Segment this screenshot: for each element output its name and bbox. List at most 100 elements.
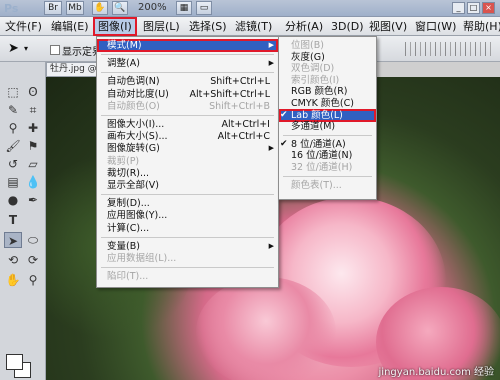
menu-separator: [101, 194, 274, 196]
maximize-button[interactable]: □: [467, 2, 480, 14]
mode-menu-item-13: 颜色表(T)...: [279, 179, 376, 192]
gradient-tool-icon[interactable]: ▤: [4, 174, 22, 190]
type-tool-icon[interactable]: T: [4, 212, 22, 228]
mode-submenu: 位图(B) 灰度(G) 双色调(D) 索引颜色(I) RGB 颜色(R) CMYK 颜色(…: [278, 36, 377, 200]
image-menu-item-17[interactable]: 计算(C)...: [97, 222, 278, 235]
dodge-tool-icon[interactable]: ●: [4, 192, 22, 208]
crop-tool-icon[interactable]: ⌗: [24, 102, 42, 118]
menu-item-label: 颜色表(T)...: [291, 179, 342, 191]
clone-stamp-icon[interactable]: ⚑: [24, 138, 42, 154]
zoom-tool-icon[interactable]: 🔍: [112, 1, 128, 15]
menu-item-label: 调整(A): [107, 58, 140, 70]
path-select-tool-icon[interactable]: ➤: [4, 232, 22, 248]
menu-item-label: 自动色调(N): [107, 76, 160, 88]
mode-menu-item-7[interactable]: 多通道(M): [279, 120, 376, 133]
image-menu-item-0[interactable]: 模式(M) ▶: [97, 39, 278, 52]
image-menu-item-11: 裁剪(P): [97, 155, 278, 168]
image-menu-item-13[interactable]: 显示全部(V): [97, 179, 278, 192]
mode-menu-item-11: 32 位/通道(H): [279, 161, 376, 174]
image-menu-item-8[interactable]: 图像大小(I)... Alt+Ctrl+I: [97, 118, 278, 131]
menu-item-label: 模式(M): [107, 40, 142, 51]
marquee-tool-icon[interactable]: ⬚: [4, 84, 22, 100]
menu-analysis[interactable]: 分析(A): [282, 19, 326, 34]
menu-filter[interactable]: 滤镜(T): [232, 19, 275, 34]
mini-bridge-button[interactable]: Mb: [66, 1, 84, 15]
menu-separator: [101, 236, 274, 238]
menu-window[interactable]: 窗口(W): [412, 19, 459, 34]
menu-separator: [283, 134, 372, 136]
history-brush-icon[interactable]: ↺: [4, 156, 22, 172]
menu-item-label: 裁剪(P): [107, 155, 140, 167]
image-menu-item-12[interactable]: 裁切(R)...: [97, 167, 278, 180]
submenu-arrow-icon: ▶: [268, 241, 274, 250]
menu-item-label: 复制(D)...: [107, 198, 150, 210]
menu-item-label: 应用数据组(L)...: [107, 253, 177, 264]
menu-3d[interactable]: 3D(D): [328, 19, 367, 34]
title-bar: Ps Br Mb ✋ 🔍 200% ▦ ▭ _ □ ×: [0, 0, 500, 17]
image-menu-item-15[interactable]: 复制(D)...: [97, 197, 278, 210]
lasso-tool-icon[interactable]: ʘ: [24, 84, 42, 100]
menu-item-label: 多通道(M): [291, 121, 336, 133]
menu-layer[interactable]: 图层(L): [140, 19, 183, 34]
image-menu-item-4[interactable]: 自动色调(N) Shift+Ctrl+L: [97, 75, 278, 88]
submenu-arrow-icon: ▶: [268, 59, 274, 68]
menu-bar: 文件(F) 编辑(E) 图像(I) 图层(L) 选择(S) 滤镜(T) 分析(A…: [0, 17, 500, 36]
menu-separator: [283, 175, 372, 177]
image-menu-item-16[interactable]: 应用图像(Y)...: [97, 209, 278, 222]
quick-select-tool-icon[interactable]: ✎: [4, 102, 22, 118]
menu-item-shortcut: Alt+Shift+Ctrl+L: [189, 88, 270, 100]
menu-separator: [101, 267, 274, 269]
screen-mode-icon[interactable]: ▭: [196, 1, 212, 15]
zoom-level[interactable]: 200%: [138, 2, 167, 13]
menu-item-label: 显示全部(V): [107, 180, 159, 191]
menu-item-label: 图像旋转(G): [107, 143, 160, 155]
image-menu-dropdown: 模式(M) ▶ 调整(A) ▶ 自动色调(N) Shift+Ctrl+L 自动对比度(U) A…: [96, 36, 279, 288]
image-menu-item-19[interactable]: 变量(B) ▶: [97, 240, 278, 253]
peony-petals-left: [196, 277, 336, 380]
move-tool-icon[interactable]: ➤: [8, 41, 19, 56]
hand-tool-panel-icon[interactable]: ✋: [4, 272, 22, 288]
healing-brush-icon[interactable]: ✚: [24, 120, 42, 136]
pen-tool-icon[interactable]: ✒: [24, 192, 42, 208]
3d-rotate-tool-icon[interactable]: ⟲: [4, 252, 22, 268]
align-distribute-icons[interactable]: [405, 42, 495, 56]
tool-preset-chevron-icon[interactable]: ▾: [24, 44, 28, 53]
menu-item-shortcut: Shift+Ctrl+L: [210, 76, 270, 88]
image-menu-item-2[interactable]: 调整(A) ▶: [97, 57, 278, 70]
menu-item-label: 变量(B): [107, 240, 140, 252]
image-menu-item-20: 应用数据组(L)...: [97, 252, 278, 265]
menu-select[interactable]: 选择(S): [186, 19, 230, 34]
blur-tool-icon[interactable]: 💧: [24, 174, 42, 190]
image-menu-item-9[interactable]: 画布大小(S)... Alt+Ctrl+C: [97, 130, 278, 143]
menu-item-label: 裁切(R)...: [107, 167, 150, 179]
image-menu-item-10[interactable]: 图像旋转(G) ▶: [97, 142, 278, 155]
foreground-color-swatch[interactable]: [6, 354, 23, 370]
menu-item-label: 图像大小(I)...: [107, 119, 165, 130]
menu-view[interactable]: 视图(V): [366, 19, 410, 34]
menu-item-shortcut: Alt+Ctrl+C: [217, 131, 270, 143]
eraser-tool-icon[interactable]: ▱: [24, 156, 42, 172]
image-menu-item-6: 自动颜色(O) Shift+Ctrl+B: [97, 100, 278, 113]
menu-file[interactable]: 文件(F): [2, 19, 45, 34]
submenu-arrow-icon: ▶: [268, 41, 274, 49]
eyedropper-tool-icon[interactable]: ⚲: [4, 120, 22, 136]
brush-tool-icon[interactable]: 🖌: [4, 138, 22, 154]
close-button[interactable]: ×: [482, 2, 495, 14]
menu-item-shortcut: Shift+Ctrl+B: [209, 100, 270, 112]
zoom-tool-panel-icon[interactable]: ⚲: [24, 272, 42, 288]
minimize-button[interactable]: _: [452, 2, 465, 14]
bridge-button[interactable]: Br: [44, 1, 62, 15]
shape-tool-icon[interactable]: ⬭: [24, 232, 42, 248]
image-menu-item-5[interactable]: 自动对比度(U) Alt+Shift+Ctrl+L: [97, 88, 278, 101]
menu-edit[interactable]: 编辑(E): [48, 19, 92, 34]
submenu-arrow-icon: ▶: [268, 144, 274, 153]
menu-help[interactable]: 帮助(H): [460, 19, 500, 34]
menu-image[interactable]: 图像(I): [93, 17, 137, 36]
arrange-documents-icon[interactable]: ▦: [176, 1, 192, 15]
menu-item-label: 应用图像(Y)...: [107, 210, 168, 222]
show-transform-checkbox[interactable]: [50, 45, 60, 55]
3d-orbit-tool-icon[interactable]: ⟳: [24, 252, 42, 268]
hand-tool-icon[interactable]: ✋: [92, 1, 108, 15]
menu-item-shortcut: Alt+Ctrl+I: [221, 119, 271, 130]
menu-item-label: 32 位/通道(H): [291, 162, 353, 173]
